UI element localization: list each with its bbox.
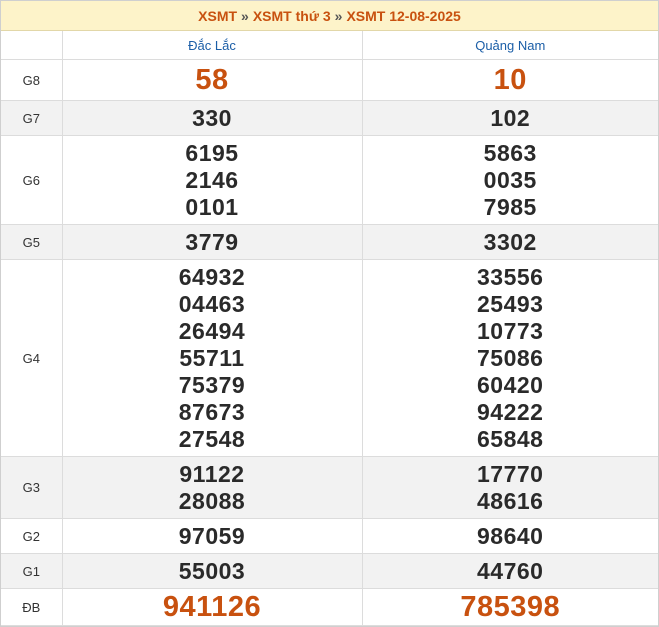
prize-number: 3302	[483, 228, 537, 255]
province-name[interactable]: Đắc Lắc	[61, 31, 363, 60]
prize-number: 75379	[178, 371, 246, 398]
special-prize-number: 941126	[162, 591, 262, 623]
prize-number: 7985	[483, 193, 537, 220]
prize-cell: 58	[61, 59, 363, 101]
prize-number: 17770	[477, 460, 544, 487]
prize-label: ĐB	[1, 588, 63, 626]
prize-cell: 17770 48616	[361, 456, 658, 519]
breadcrumb-link-date[interactable]: XSMT 12-08-2025	[346, 8, 460, 24]
breadcrumb-link-xsmt[interactable]: XSMT	[198, 8, 237, 24]
results-container: XSMT » XSMT thứ 3 » XSMT 12-08-2025 Đắc …	[0, 0, 659, 627]
prize-row-g3: G3 91122 28088 17770 48616	[1, 456, 658, 519]
prize-number: 5863	[483, 139, 537, 166]
prize-row-g1: G1 55003 44760	[1, 553, 658, 589]
prize-row-special: ĐB 941126 785398	[1, 588, 658, 626]
prize-row-g2: G2 97059 98640	[1, 518, 658, 554]
prize-cell: 102	[361, 100, 658, 136]
breadcrumb: XSMT » XSMT thứ 3 » XSMT 12-08-2025	[1, 1, 658, 31]
prize-number: 94222	[477, 398, 544, 425]
province-name[interactable]: Quảng Nam	[361, 31, 658, 60]
prize-cell: 33556 25493 10773 75086 60420 94222 6584…	[361, 259, 658, 457]
province-header-row: Đắc Lắc Quảng Nam	[1, 31, 658, 60]
prize-label: G5	[1, 224, 63, 260]
prize-number: 26494	[178, 317, 246, 344]
prize-label: G2	[1, 518, 63, 554]
prize-number: 87673	[178, 398, 246, 425]
corner-cell	[1, 31, 63, 60]
prize-number: 27548	[178, 425, 246, 452]
prize-label: G7	[1, 100, 63, 136]
prize-cell: 5863 0035 7985	[361, 135, 658, 225]
prize-number: 65848	[477, 425, 544, 452]
prize-cell: 330	[61, 100, 363, 136]
prize-number: 91122	[179, 460, 245, 487]
prize-number: 98640	[477, 522, 544, 549]
prize-number: 0101	[185, 193, 239, 220]
prize-number: 25493	[477, 290, 544, 317]
prize-number: 75086	[477, 344, 544, 371]
prize-number: 97059	[178, 522, 246, 549]
prize-number: 6195	[185, 139, 239, 166]
prize-label: G4	[1, 259, 63, 457]
prize-cell: 91122 28088	[61, 456, 363, 519]
results-table: Đắc Lắc Quảng Nam G8 58 10 G7 330 102 G6…	[1, 31, 658, 626]
prize-cell: 785398	[361, 588, 658, 626]
breadcrumb-link-day[interactable]: XSMT thứ 3	[253, 8, 331, 24]
prize-number: 330	[192, 104, 232, 131]
prize-cell: 3302	[361, 224, 658, 260]
prize-row-g6: G6 6195 2146 0101 5863 0035 7985	[1, 135, 658, 225]
prize-row-g7: G7 330 102	[1, 100, 658, 136]
prize-label: G1	[1, 553, 63, 589]
prize-number: 64932	[178, 263, 246, 290]
prize-number: 60420	[477, 371, 544, 398]
prize-cell: 64932 04463 26494 55711 75379 87673 2754…	[61, 259, 363, 457]
prize-number: 3779	[185, 228, 239, 255]
prize-cell: 3779	[61, 224, 363, 260]
prize-label: G6	[1, 135, 63, 225]
prize-number: 04463	[178, 290, 246, 317]
prize-number: 48616	[477, 487, 544, 514]
breadcrumb-separator: »	[334, 7, 343, 24]
prize-number: 55003	[178, 557, 246, 584]
prize-number: 55711	[179, 344, 245, 371]
prize-label: G8	[1, 59, 63, 101]
prize-row-g8: G8 58 10	[1, 59, 658, 101]
prize-number: 44760	[477, 557, 544, 584]
prize-number: 2146	[185, 166, 239, 193]
prize-number: 28088	[178, 487, 246, 514]
prize-cell: 941126	[61, 588, 363, 626]
prize-row-g5: G5 3779 3302	[1, 224, 658, 260]
prize-row-g4: G4 64932 04463 26494 55711 75379 87673 2…	[1, 259, 658, 457]
prize-cell: 98640	[361, 518, 658, 554]
special-prize-number: 785398	[460, 591, 561, 623]
prize-number: 58	[195, 64, 229, 96]
prize-cell: 6195 2146 0101	[61, 135, 363, 225]
prize-cell: 44760	[361, 553, 658, 589]
prize-label: G3	[1, 456, 63, 519]
prize-number: 10	[493, 64, 527, 96]
prize-cell: 97059	[61, 518, 363, 554]
prize-cell: 55003	[61, 553, 363, 589]
prize-number: 33556	[477, 263, 544, 290]
prize-number: 10773	[477, 317, 544, 344]
prize-cell: 10	[361, 59, 658, 101]
breadcrumb-separator: »	[241, 7, 249, 24]
prize-number: 102	[490, 104, 531, 131]
prize-number: 0035	[483, 166, 537, 193]
